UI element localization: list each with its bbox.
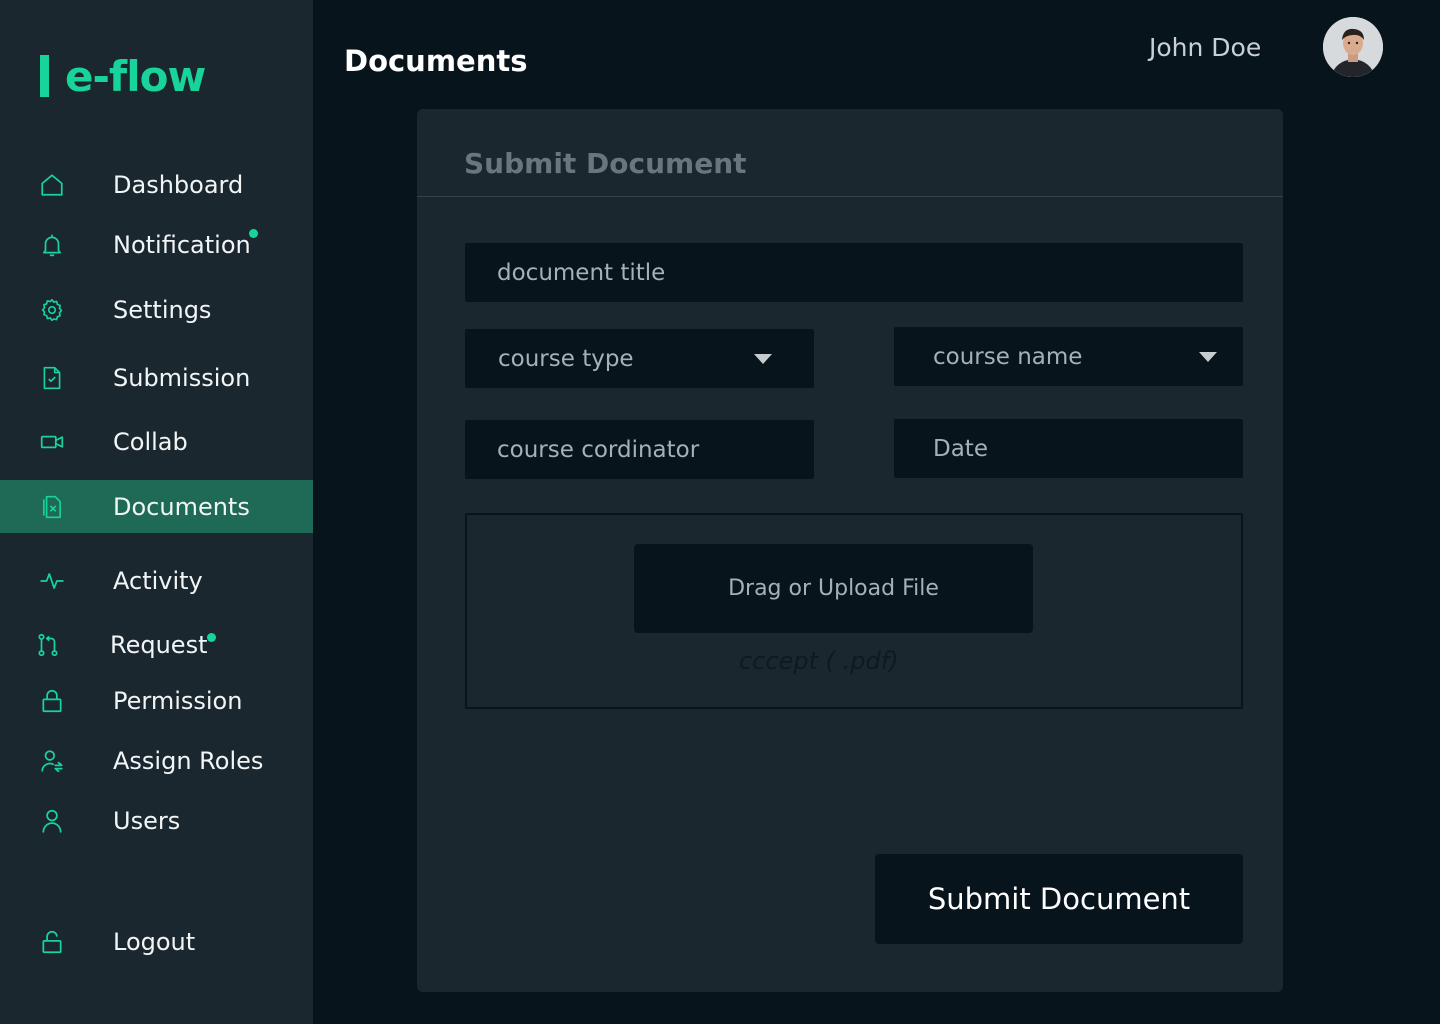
course-name-select[interactable]: course name bbox=[894, 327, 1243, 386]
user-roles-icon bbox=[38, 747, 66, 775]
activity-icon bbox=[38, 567, 66, 595]
file-check-icon bbox=[38, 364, 66, 392]
sidebar-item-label: Dashboard bbox=[113, 170, 244, 199]
sidebar-item-label: Collab bbox=[113, 427, 188, 456]
app-logo[interactable]: e-flow bbox=[40, 51, 206, 101]
home-icon bbox=[38, 171, 66, 199]
date-placeholder: Date bbox=[933, 435, 988, 462]
course-coordinator-placeholder: course cordinator bbox=[497, 436, 700, 463]
submit-document-button[interactable]: Submit Document bbox=[875, 854, 1243, 944]
request-badge bbox=[207, 633, 216, 642]
sidebar-item-permission[interactable]: Permission bbox=[0, 674, 313, 727]
sidebar-item-collab[interactable]: Collab bbox=[0, 415, 313, 468]
card-divider bbox=[417, 196, 1283, 197]
user-name: John Doe bbox=[1149, 33, 1262, 62]
sidebar-item-label: Users bbox=[113, 806, 181, 835]
sidebar-item-notification[interactable]: Notification bbox=[0, 218, 313, 271]
git-pull-icon bbox=[34, 631, 62, 659]
sidebar-item-label: Request bbox=[110, 630, 208, 659]
sidebar-item-label: Assign Roles bbox=[113, 746, 264, 775]
sidebar-item-documents[interactable]: Documents bbox=[0, 480, 313, 533]
video-icon bbox=[38, 428, 66, 456]
sidebar-item-label: Submission bbox=[113, 363, 251, 392]
user-icon bbox=[38, 807, 66, 835]
avatar-image bbox=[1323, 17, 1383, 77]
file-dropzone[interactable]: Drag or Upload File cccept ( .pdf) bbox=[465, 513, 1243, 709]
file-x-icon bbox=[38, 493, 66, 521]
page-title: Documents bbox=[344, 44, 528, 78]
unlock-icon bbox=[38, 928, 66, 956]
course-name-placeholder: course name bbox=[933, 343, 1083, 370]
sidebar-item-settings[interactable]: Settings bbox=[0, 283, 313, 336]
avatar[interactable] bbox=[1323, 17, 1383, 77]
sidebar-item-submission[interactable]: Submission bbox=[0, 351, 313, 404]
sidebar-item-request[interactable]: Request bbox=[0, 618, 313, 671]
logo-bar bbox=[40, 55, 49, 97]
card-title: Submit Document bbox=[464, 147, 747, 180]
bell-icon bbox=[38, 231, 66, 259]
logout-button[interactable]: Logout bbox=[0, 915, 313, 968]
sidebar-item-activity[interactable]: Activity bbox=[0, 554, 313, 607]
course-type-select[interactable]: course type bbox=[465, 329, 814, 388]
document-title-placeholder: document title bbox=[497, 259, 666, 286]
sidebar-item-label: Settings bbox=[113, 295, 212, 324]
upload-label: Drag or Upload File bbox=[728, 576, 939, 601]
document-title-input[interactable]: document title bbox=[465, 243, 1243, 302]
sidebar: e-flow Dashboard Notification Settings S… bbox=[0, 0, 313, 1024]
sidebar-item-label: Activity bbox=[113, 566, 203, 595]
chevron-down-icon bbox=[754, 353, 772, 364]
chevron-down-icon bbox=[1199, 351, 1217, 362]
gear-icon bbox=[38, 296, 66, 324]
sidebar-item-label: Permission bbox=[113, 686, 243, 715]
logout-label: Logout bbox=[113, 927, 196, 956]
course-coordinator-input[interactable]: course cordinator bbox=[465, 420, 814, 479]
course-type-placeholder: course type bbox=[498, 345, 634, 372]
upload-file-button[interactable]: Drag or Upload File bbox=[634, 544, 1033, 633]
notification-badge bbox=[249, 229, 258, 238]
date-input[interactable]: Date bbox=[894, 419, 1243, 478]
accept-hint: cccept ( .pdf) bbox=[739, 647, 899, 675]
sidebar-item-label: Notification bbox=[113, 230, 251, 259]
sidebar-item-dashboard[interactable]: Dashboard bbox=[0, 158, 313, 211]
sidebar-item-assign-roles[interactable]: Assign Roles bbox=[0, 734, 313, 787]
logo-text: e-flow bbox=[65, 51, 206, 101]
submit-label: Submit Document bbox=[927, 882, 1191, 916]
sidebar-item-label: Documents bbox=[113, 492, 250, 521]
submit-document-card: Submit Document document title course ty… bbox=[417, 109, 1283, 992]
lock-icon bbox=[38, 687, 66, 715]
sidebar-item-users[interactable]: Users bbox=[0, 794, 313, 847]
